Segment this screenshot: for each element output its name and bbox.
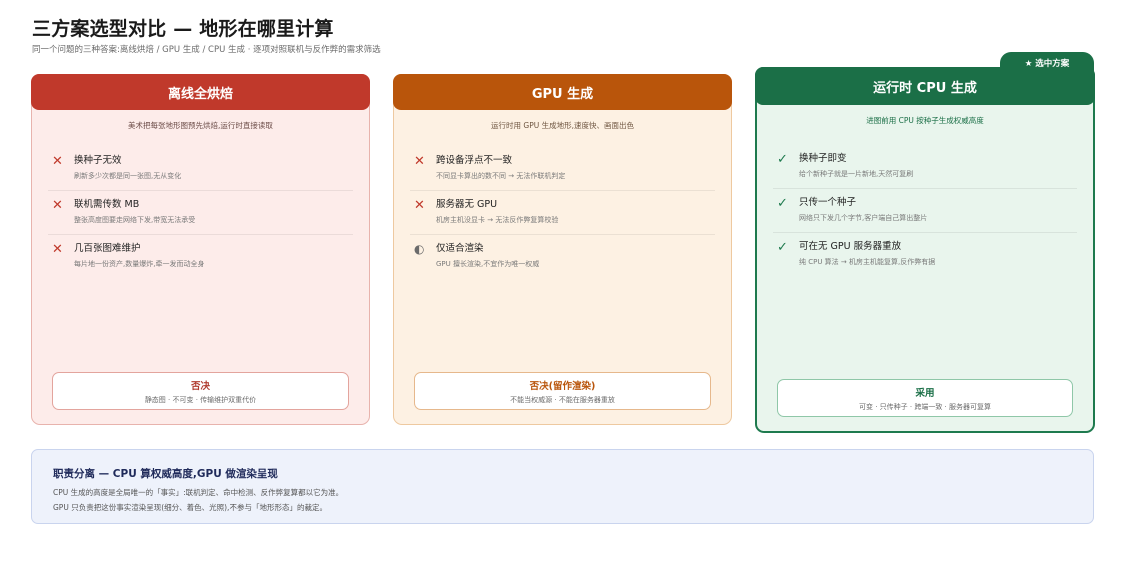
option-card-gpu: GPU 生成 运行时用 GPU 生成地形,速度快、画面出色 ✕ 跨设备浮点不一致… — [393, 74, 732, 425]
card-header: GPU 生成 — [393, 74, 732, 110]
responsibility-note: 职责分离 — CPU 算权威高度,GPU 做渲染呈现 CPU 生成的高度是全局唯… — [31, 449, 1094, 524]
card-description: 美术把每张地形图预先烘焙,运行时直接读取 — [128, 121, 273, 130]
verdict-detail: 可变 · 只传种子 · 跨端一致 · 服务器可复算 — [858, 402, 992, 411]
criteria-title: 换种子即变 — [799, 153, 847, 164]
note-title: 职责分离 — CPU 算权威高度,GPU 做渲染呈现 — [53, 468, 278, 480]
verdict-box: 采用 可变 · 只传种子 · 跨端一致 · 服务器可复算 — [777, 379, 1073, 417]
check-icon: ✓ — [777, 240, 788, 255]
page-subtitle: 同一个问题的三种答案:离线烘焙 / GPU 生成 / CPU 生成 · 逐项对照… — [32, 45, 381, 55]
criteria-item: ✕ 几百张图难维护每片地一份资产,数量爆炸,牵一发而动全身 — [48, 235, 353, 278]
cross-icon: ✕ — [52, 154, 63, 169]
criteria-item: ✓ 换种子即变给个新种子就是一片新地,天然可复刷 — [773, 145, 1077, 189]
criteria-title: 可在无 GPU 服务器重放 — [799, 241, 902, 252]
criteria-detail: GPU 擅长渲染,不宜作为唯一权威 — [436, 260, 540, 268]
half-circle-icon: ◐ — [414, 242, 425, 256]
criteria-detail: 纯 CPU 算法 → 机房主机能复算,反作弊有据 — [799, 258, 936, 266]
verdict-box: 否决 静态图 · 不可变 · 传输维护双重代价 — [52, 372, 349, 410]
option-card-cpu-selected: 运行时 CPU 生成 进图前用 CPU 按种子生成权威高度 ✓ 换种子即变 给个新… — [755, 67, 1095, 433]
criteria-title: 联机需传数 MB — [74, 199, 140, 210]
criteria-item: ✕ 联机需传数 MB 整张高度图要走网络下发,带宽无法承受 — [48, 191, 353, 235]
criteria-title: 换种子无效 — [74, 155, 122, 166]
card-description: 进图前用 CPU 按种子生成权威高度 — [866, 116, 984, 125]
verdict-box: 否决(留作渲染) 不能当权威源 · 不能在服务器重放 — [414, 372, 711, 410]
criteria-item: ✕ 换种子无效刷新多少次都是同一张图,无从变化 — [48, 147, 353, 191]
criteria-list: ✓ 换种子即变给个新种子就是一片新地,天然可复刷 ✓ 只传一个种子网络只下发几个… — [773, 145, 1077, 276]
check-icon: ✓ — [777, 196, 788, 211]
cross-icon: ✕ — [52, 242, 63, 257]
cross-icon: ✕ — [414, 154, 425, 169]
card-description: 运行时用 GPU 生成地形,速度快、画面出色 — [491, 121, 634, 130]
verdict-title: 否决(留作渲染) — [529, 380, 596, 392]
cross-icon: ✕ — [414, 198, 425, 213]
criteria-list: ✕ 换种子无效刷新多少次都是同一张图,无从变化 ✕ 联机需传数 MB 整张高度图要… — [48, 147, 353, 278]
page-title: 三方案选型对比 — 地形在哪里计算 — [32, 18, 334, 40]
criteria-detail: 网络只下发几个字节,客户端自己算出整片 — [799, 214, 928, 222]
criteria-item: ◐ 仅适合渲染 GPU 擅长渲染,不宜作为唯一权威 — [410, 235, 715, 278]
verdict-detail: 静态图 · 不可变 · 传输维护双重代价 — [144, 395, 257, 404]
check-icon: ✓ — [777, 152, 788, 167]
criteria-title: 只传一个种子 — [799, 197, 857, 208]
criteria-title: 跨设备浮点不一致 — [436, 155, 513, 166]
criteria-title: 服务器无 GPU — [436, 199, 498, 210]
criteria-detail: 给个新种子就是一片新地,天然可复刷 — [799, 170, 914, 178]
criteria-item: ✕ 跨设备浮点不一致不同显卡算出的数不同 → 无法作联机判定 — [410, 147, 715, 191]
criteria-detail: 刷新多少次都是同一张图,无从变化 — [74, 172, 182, 180]
criteria-detail: 不同显卡算出的数不同 → 无法作联机判定 — [436, 172, 566, 180]
option-card-offline-bake: 离线全烘焙 美术把每张地形图预先烘焙,运行时直接读取 ✕ 换种子无效刷新多少次都… — [31, 74, 370, 425]
card-header: 离线全烘焙 — [31, 74, 370, 110]
verdict-detail: 不能当权威源 · 不能在服务器重放 — [510, 395, 615, 404]
selected-badge: ★ 选中方案 — [1000, 52, 1094, 74]
criteria-detail: 机房主机没显卡 → 无法反作弊复算校验 — [436, 216, 559, 224]
criteria-list: ✕ 跨设备浮点不一致不同显卡算出的数不同 → 无法作联机判定 ✕ 服务器无 GP… — [410, 147, 715, 278]
verdict-title: 采用 — [915, 387, 935, 399]
criteria-item: ✓ 可在无 GPU 服务器重放纯 CPU 算法 → 机房主机能复算,反作弊有据 — [773, 233, 1077, 276]
criteria-title: 仅适合渲染 — [436, 243, 484, 254]
criteria-item: ✓ 只传一个种子网络只下发几个字节,客户端自己算出整片 — [773, 189, 1077, 233]
criteria-title: 几百张图难维护 — [74, 243, 141, 254]
verdict-title: 否决 — [190, 380, 210, 392]
note-line: GPU 只负责把这份事实渲染呈现(细分、着色、光照),不参与「地形形态」的裁定。 — [53, 503, 327, 512]
criteria-item: ✕ 服务器无 GPU 机房主机没显卡 → 无法反作弊复算校验 — [410, 191, 715, 235]
criteria-detail: 整张高度图要走网络下发,带宽无法承受 — [74, 216, 196, 224]
note-line: CPU 生成的高度是全局唯一的「事实」:联机判定、命中检测、反作弊复算都以它为准… — [53, 488, 344, 497]
cross-icon: ✕ — [52, 198, 63, 213]
criteria-detail: 每片地一份资产,数量爆炸,牵一发而动全身 — [74, 260, 205, 268]
